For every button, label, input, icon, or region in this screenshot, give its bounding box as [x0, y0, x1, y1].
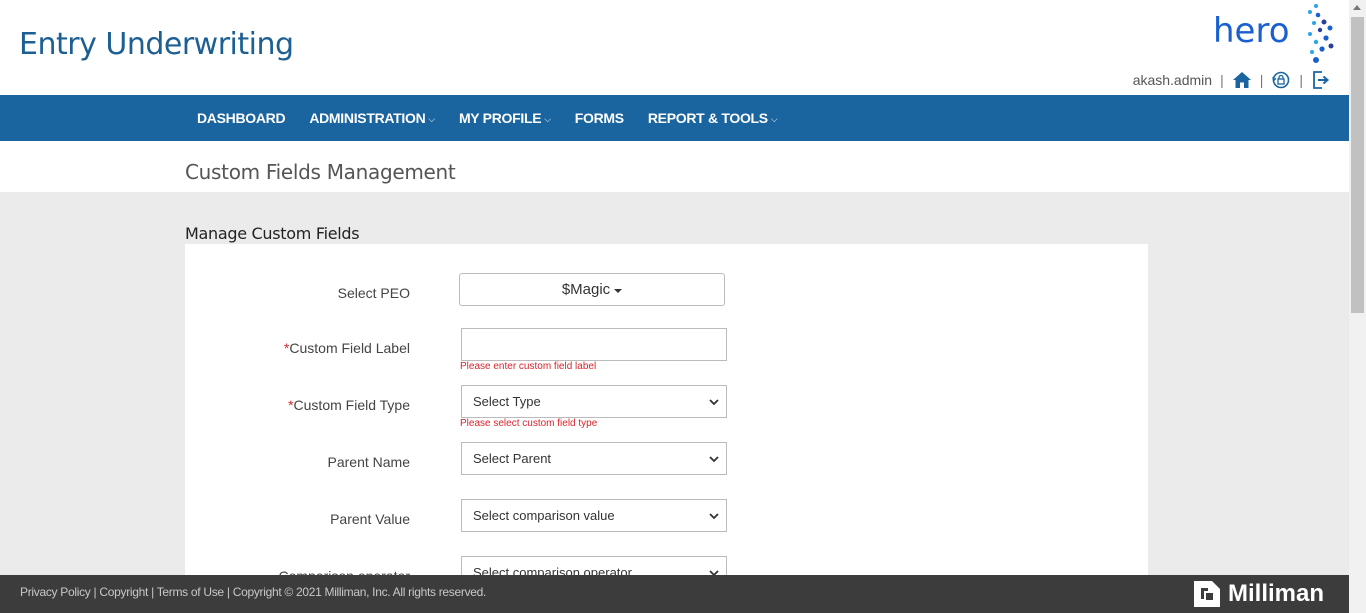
- nav-dashboard[interactable]: DASHBOARD: [197, 110, 286, 126]
- user-bar: akash.admin | | |: [1133, 70, 1331, 90]
- svg-text:hero: hero: [1213, 11, 1290, 51]
- lock-refresh-icon[interactable]: [1271, 70, 1291, 90]
- parent-value-label: Parent Value: [330, 511, 410, 527]
- chevron-down-icon: [709, 456, 719, 463]
- chevron-down-icon: [709, 513, 719, 520]
- logout-icon[interactable]: [1311, 70, 1331, 90]
- separator: |: [1299, 72, 1303, 88]
- scroll-thumb[interactable]: [1351, 17, 1364, 313]
- page-title: Custom Fields Management: [185, 160, 456, 184]
- hero-logo[interactable]: hero: [1206, 0, 1336, 66]
- chevron-down-icon: ⌵: [428, 113, 435, 124]
- nav-forms[interactable]: FORMS: [575, 110, 624, 126]
- nav-administration[interactable]: ADMINISTRATION ⌵: [309, 110, 435, 126]
- milliman-logo: Milliman: [1192, 579, 1324, 609]
- separator: |: [1259, 72, 1264, 88]
- home-icon[interactable]: [1232, 71, 1252, 89]
- custom-field-label-error: Please enter custom field label: [460, 361, 597, 372]
- custom-field-label-label: *Custom Field Label: [283, 340, 410, 356]
- nav-report-tools[interactable]: REPORT & TOOLS ⌵: [648, 110, 778, 126]
- section-title: Manage Custom Fields: [185, 224, 360, 243]
- custom-field-type-label: *Custom Field Type: [288, 397, 410, 413]
- peo-dropdown[interactable]: $Magic: [459, 273, 725, 306]
- separator: |: [1220, 72, 1224, 88]
- caret-down-icon: [614, 288, 623, 293]
- custom-field-type-error: Please select custom field type: [460, 418, 598, 429]
- copyright-link[interactable]: Copyright: [99, 585, 148, 599]
- main-nav: DASHBOARD ADMINISTRATION ⌵ MY PROFILE ⌵ FO…: [0, 95, 1349, 141]
- nav-my-profile[interactable]: MY PROFILE ⌵: [459, 110, 551, 126]
- scroll-up-arrow-icon[interactable]: [1353, 5, 1361, 10]
- parent-value-select[interactable]: Select comparison value: [461, 499, 727, 532]
- milliman-brand: Milliman: [1228, 580, 1325, 607]
- peo-value: $Magic: [561, 281, 611, 298]
- parent-name-select[interactable]: Select Parent: [461, 442, 727, 475]
- milliman-logo-icon: [1194, 581, 1220, 607]
- chevron-down-icon: ⌵: [544, 113, 551, 124]
- peo-label: Select PEO: [337, 285, 410, 301]
- footer-links: Privacy Policy | Copyright | Terms of Us…: [20, 585, 487, 599]
- scrollbar[interactable]: [1349, 0, 1366, 613]
- header: Entry Underwriting hero akash.admin | |: [0, 0, 1349, 95]
- privacy-policy-link[interactable]: Privacy Policy: [20, 585, 91, 599]
- app-title: Entry Underwriting: [19, 27, 294, 62]
- chevron-down-icon: ⌵: [770, 113, 778, 124]
- copyright-text: Copyright © 2021 Milliman, Inc. All righ…: [232, 585, 487, 599]
- terms-of-use-link[interactable]: Terms of Use: [157, 585, 224, 599]
- username: akash.admin: [1132, 72, 1213, 88]
- parent-name-label: Parent Name: [327, 454, 410, 470]
- footer: Privacy Policy | Copyright | Terms of Us…: [0, 575, 1349, 613]
- custom-field-type-select[interactable]: Select Type: [461, 385, 727, 418]
- hero-logo-dots: [1308, 4, 1334, 63]
- custom-field-label-input[interactable]: [461, 328, 727, 361]
- page-title-bar: Custom Fields Management: [0, 141, 1349, 192]
- chevron-down-icon: [709, 399, 719, 406]
